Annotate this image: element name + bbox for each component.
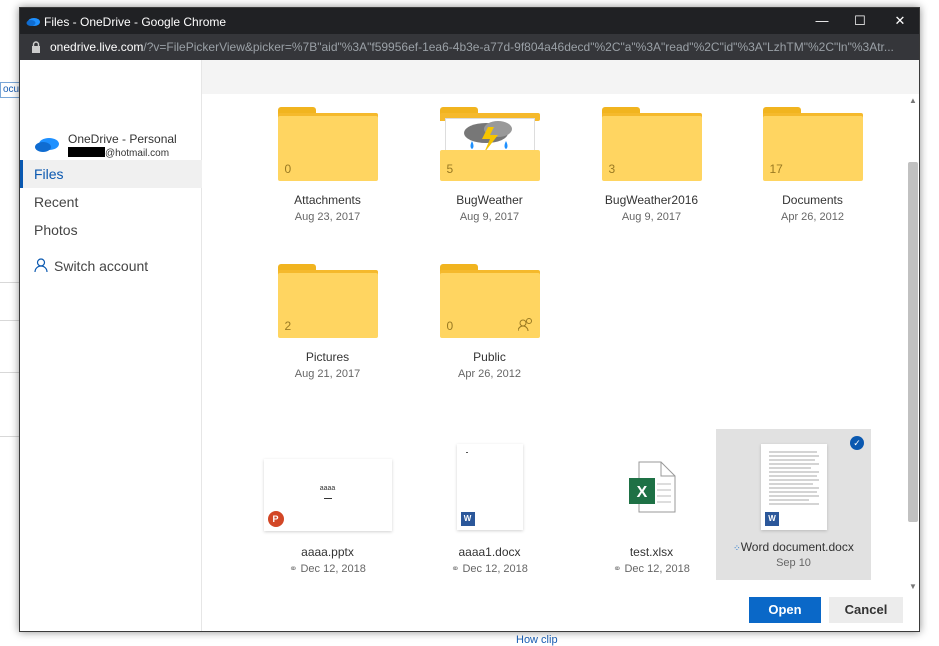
folder-date: Apr 26, 2012: [781, 211, 844, 223]
folder-date: Aug 21, 2017: [294, 368, 361, 380]
nav-files[interactable]: Files: [20, 160, 202, 188]
word-icon: W: [765, 512, 779, 526]
file-name: ⁘Word document.docx: [733, 540, 854, 554]
person-icon: [34, 258, 48, 273]
onedrive-icon: [26, 18, 40, 26]
nav-recent[interactable]: Recent: [20, 188, 202, 216]
folder-date: Aug 23, 2017: [294, 211, 361, 223]
file-name: test.xlsx: [629, 545, 674, 559]
shared-icon: ⚭: [613, 564, 622, 575]
onedrive-cloud-icon: [35, 138, 59, 152]
picker-content: OneDrive - Personal @hotmail.com Files R…: [20, 60, 919, 631]
file-tile[interactable]: aaaa P aaaa.pptx ⚭ Dec 12, 2018: [250, 459, 405, 575]
folder-date: Aug 9, 2017: [459, 211, 520, 223]
file-date: ⚭ Dec 12, 2018: [289, 563, 366, 575]
title-bar: Files - OneDrive - Google Chrome — ☐ ✕: [20, 8, 919, 34]
file-name: aaaa1.docx: [458, 545, 521, 559]
svg-text:X: X: [636, 484, 647, 501]
file-grid: 0 Attachments Aug 23, 2017 5 BugWeather …: [202, 94, 909, 631]
file-picker-window: Files - OneDrive - Google Chrome — ☐ ✕ o…: [19, 7, 920, 632]
folder-tile[interactable]: 3 BugWeather2016 Aug 9, 2017: [574, 107, 729, 223]
close-button[interactable]: ✕: [882, 8, 918, 34]
shared-icon: ⚭: [289, 564, 298, 575]
switch-account-button[interactable]: Switch account: [34, 258, 148, 274]
folder-name: BugWeather2016: [604, 193, 699, 207]
scrollbar[interactable]: ▲ ▼: [906, 94, 919, 593]
cancel-button[interactable]: Cancel: [829, 597, 903, 623]
url-text[interactable]: onedrive.live.com/?v=FilePickerView&pick…: [50, 40, 910, 54]
folder-name: BugWeather: [456, 193, 523, 207]
selected-file-tile[interactable]: ✓ W ⁘Word document.docx Sep 10: [716, 429, 871, 580]
folder-name: Public: [473, 350, 506, 364]
excel-icon: X: [628, 461, 675, 513]
scroll-up-icon[interactable]: ▲: [909, 96, 917, 105]
word-icon: W: [460, 512, 475, 526]
spinner-icon: ⁘: [733, 543, 741, 553]
docx-thumbnail: W: [456, 444, 523, 530]
file-date: ⚭ Dec 12, 2018: [451, 563, 528, 575]
nav-photos[interactable]: Photos: [20, 216, 202, 244]
file-tile[interactable]: X test.xlsx ⚭ Dec 12, 2018: [574, 444, 729, 575]
folder-tile[interactable]: 0 Attachments Aug 23, 2017: [250, 107, 405, 223]
folder-icon: 2: [277, 264, 378, 338]
minimize-button[interactable]: —: [804, 8, 840, 34]
file-date: Sep 10: [776, 557, 811, 569]
sidebar: OneDrive - Personal @hotmail.com Files R…: [20, 60, 202, 631]
file-tile[interactable]: W aaaa1.docx ⚭ Dec 12, 2018: [412, 444, 567, 575]
background-link[interactable]: How clip: [516, 634, 558, 646]
folder-icon: 5: [439, 107, 540, 181]
docx-thumbnail: W: [761, 444, 827, 530]
folder-date: Apr 26, 2012: [458, 368, 521, 380]
scrollbar-thumb[interactable]: [908, 162, 918, 522]
shared-icon: [517, 318, 532, 332]
maximize-button[interactable]: ☐: [842, 8, 878, 34]
shared-icon: ⚭: [451, 564, 460, 575]
address-bar[interactable]: onedrive.live.com/?v=FilePickerView&pick…: [20, 34, 919, 60]
folder-icon: 17: [762, 107, 863, 181]
weather-thumbnail: [444, 118, 535, 154]
folder-name: Attachments: [294, 193, 361, 207]
account-email: @hotmail.com: [68, 147, 169, 159]
folder-icon: 3: [601, 107, 702, 181]
folder-tile[interactable]: 0 Public Apr 26, 2012: [412, 264, 567, 380]
folder-tile[interactable]: 5 BugWeather Aug 9, 2017: [412, 107, 567, 223]
window-title: Files - OneDrive - Google Chrome: [44, 15, 227, 29]
folder-name: Pictures: [305, 350, 350, 364]
file-name: aaaa.pptx: [301, 545, 354, 559]
open-button[interactable]: Open: [749, 597, 821, 623]
folder-tile[interactable]: 2 Pictures Aug 21, 2017: [250, 264, 405, 380]
folder-tile[interactable]: 17 Documents Apr 26, 2012: [735, 107, 890, 223]
pptx-thumbnail: aaaa P: [263, 459, 392, 531]
scroll-down-icon[interactable]: ▼: [909, 582, 917, 591]
file-date: ⚭ Dec 12, 2018: [613, 563, 690, 575]
account-name: OneDrive - Personal: [68, 132, 177, 146]
lock-icon: [32, 41, 40, 53]
folder-icon: 0: [277, 107, 378, 181]
folder-name: Documents: [782, 193, 843, 207]
xlsx-thumbnail: X: [608, 444, 695, 530]
folder-icon: 0: [439, 264, 540, 338]
redaction-box: [68, 147, 105, 157]
powerpoint-icon: P: [267, 511, 284, 527]
checkmark-icon[interactable]: ✓: [850, 436, 864, 450]
top-strip: [202, 60, 919, 94]
folder-date: Aug 9, 2017: [621, 211, 682, 223]
